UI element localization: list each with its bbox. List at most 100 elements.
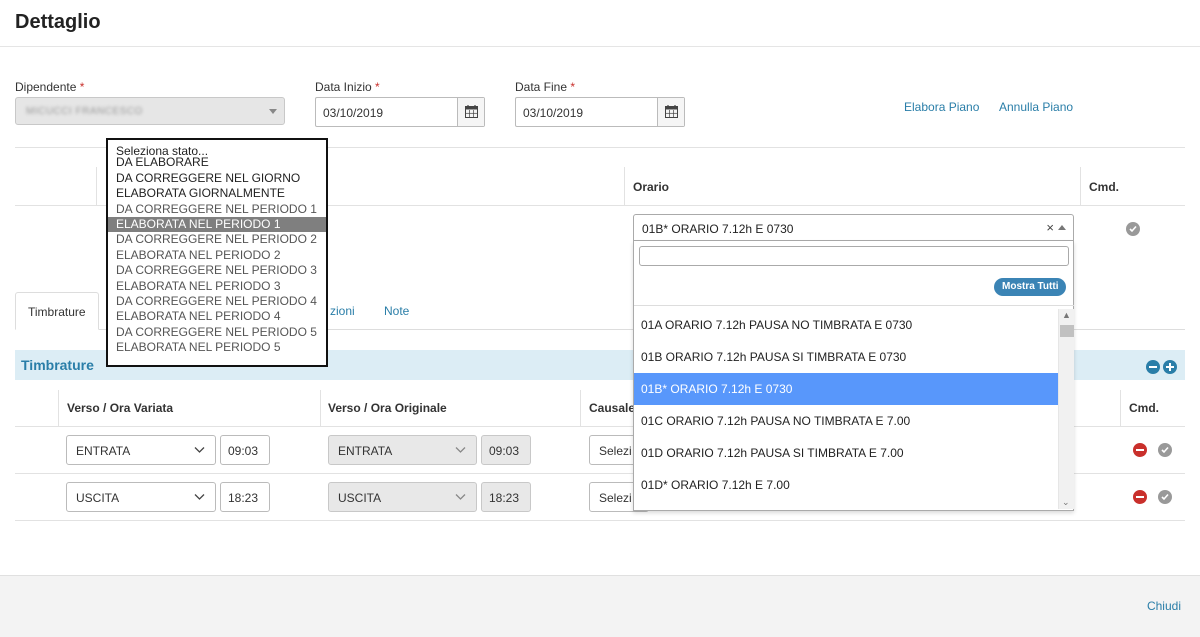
data-inizio-calendar-button[interactable] [457,98,484,126]
stato-option[interactable]: Seleziona stato... [108,140,326,158]
stato-option[interactable]: DA CORREGGERE NEL PERIODO 3 [108,263,326,278]
divider [624,167,625,205]
divider [15,520,1185,521]
confirm-row-icon[interactable] [1158,490,1172,504]
check-icon [1161,493,1169,501]
scroll-up-icon[interactable]: ▲ [1062,310,1071,320]
data-fine-value: 03/10/2019 [523,106,584,120]
required-mark: * [79,80,85,94]
dipendente-value: MICUCCI FRANCESCO [26,106,143,117]
causale-header: Causale [589,401,636,415]
check-icon [1129,225,1137,233]
orario-search-input[interactable] [639,246,1069,266]
tab-note-label: Note [384,304,410,318]
stato-option[interactable]: DA ELABORARE [108,155,326,170]
tab-partial-label: zioni [330,304,355,318]
stato-option[interactable]: DA CORREGGERE NEL PERIODO 4 [108,294,326,309]
chevron-down-icon [194,494,205,500]
verso-value: USCITA [76,491,120,505]
orario-header: Orario [633,180,670,194]
data-fine-label: Data Fine * [515,80,575,94]
divider [96,167,97,205]
verso-select[interactable]: ENTRATA [66,435,216,465]
dipendente-label-text: Dipendente [15,80,77,94]
orario-option[interactable]: 01A ORARIO 7.12h PAUSA NO TIMBRATA E 073… [634,309,1058,341]
cmd-header: Cmd. [1089,180,1119,194]
scroll-down-icon[interactable]: ⌄ [1062,497,1070,508]
caret-up-icon [1058,225,1066,230]
ora-value: 18:23 [228,491,259,505]
chiudi-link[interactable]: Chiudi [1147,599,1181,613]
divider [58,390,59,426]
dipendente-select[interactable]: MICUCCI FRANCESCO [15,97,285,125]
clear-icon[interactable]: × [1046,220,1054,235]
verso-value: ENTRATA [76,444,131,458]
verso-originale-header: Verso / Ora Originale [328,401,447,415]
header: Dettaglio [0,0,1200,47]
footer: Chiudi [0,575,1200,637]
mostra-tutti-button[interactable]: Mostra Tutti [994,278,1067,296]
ora-originale-value: 09:03 [489,444,520,458]
page-title: Dettaglio [15,11,101,33]
ora-value: 09:03 [228,444,259,458]
data-fine-label-text: Data Fine [515,80,568,94]
data-fine-calendar-button[interactable] [657,98,684,126]
tab-partial[interactable]: zioni [330,292,370,330]
verso-originale-select: ENTRATA [328,435,477,465]
stato-option[interactable]: ELABORATA NEL PERIODO 5 [108,340,326,355]
verso-variata-header: Verso / Ora Variata [67,401,174,415]
calendar-icon [665,105,678,118]
ora-input[interactable]: 09:03 [220,435,270,465]
elabora-piano-link[interactable]: Elabora Piano [904,100,979,114]
stato-option[interactable]: ELABORATA GIORNALMENTE [108,186,326,201]
stato-option[interactable]: ELABORATA NEL PERIODO 3 [108,279,326,294]
orario-option[interactable]: 01D* ORARIO 7.12h E 7.00 [634,469,1058,501]
ora-originale-input: 09:03 [481,435,531,465]
annulla-piano-link[interactable]: Annulla Piano [999,100,1073,114]
stato-option[interactable]: ELABORATA NEL PERIODO 4 [108,309,326,324]
data-fine-input[interactable]: 03/10/2019 [515,97,685,127]
stato-option[interactable]: ELABORATA NEL PERIODO 2 [108,248,326,263]
stato-listbox[interactable]: Seleziona stato... DA ELABORARE DA CORREGG… [106,138,328,367]
stato-option[interactable]: DA CORREGGERE NEL PERIODO 2 [108,232,326,247]
orario-option[interactable]: 01B* ORARIO 7.12h E 0730 [634,373,1058,405]
ora-input[interactable]: 18:23 [220,482,270,512]
confirm-check-icon[interactable] [1126,222,1140,236]
add-icon[interactable] [1163,360,1177,374]
confirm-row-icon[interactable] [1158,443,1172,457]
stato-option[interactable]: DA CORREGGERE NEL PERIODO 1 [108,202,326,217]
verso-select[interactable]: USCITA [66,482,216,512]
orario-option[interactable]: 01B ORARIO 7.12h PAUSA SI TIMBRATA E 073… [634,341,1058,373]
stato-option[interactable]: ELABORATA NEL PERIODO 1 [108,216,326,233]
orario-dropdown: Mostra Tutti 01A ORARIO 7.12h PAUSA NO T… [633,241,1074,511]
verso-originale-value: USCITA [338,491,382,505]
orario-option[interactable]: 01C ORARIO 7.12h PAUSA NO TIMBRATA E 7.0… [634,405,1058,437]
divider [320,390,321,426]
orario-scrollbar[interactable]: ▲ ⌄ [1058,309,1074,509]
tab-timbrature-label: Timbrature [28,305,86,319]
chevron-down-icon [455,447,466,453]
check-icon [1161,446,1169,454]
delete-row-icon[interactable] [1133,443,1147,457]
orario-select[interactable]: 01B* ORARIO 7.12h E 0730 × [633,214,1074,241]
orario-selected-value: 01B* ORARIO 7.12h E 0730 [642,222,794,236]
required-mark: * [375,80,380,94]
stato-option[interactable]: DA CORREGGERE NEL GIORNO [108,171,326,186]
dipendente-label: Dipendente * [15,80,84,94]
orario-option[interactable]: 01D ORARIO 7.12h PAUSA SI TIMBRATA E 7.0… [634,437,1058,469]
tab-note[interactable]: Note [384,292,424,330]
stato-option[interactable]: DA CORREGGERE NEL PERIODO 5 [108,325,326,340]
orario-options-list: 01A ORARIO 7.12h PAUSA NO TIMBRATA E 073… [634,309,1058,509]
tab-timbrature[interactable]: Timbrature [15,292,99,330]
required-mark: * [570,80,576,94]
verso-originale-select: USCITA [328,482,477,512]
delete-row-icon[interactable] [1133,490,1147,504]
scrollbar-thumb[interactable] [1060,325,1074,337]
divider [1080,167,1081,205]
collapse-icon[interactable] [1146,360,1160,374]
divider [580,390,581,426]
data-inizio-label-text: Data Inizio [315,80,372,94]
ora-originale-input: 18:23 [481,482,531,512]
caret-down-icon [269,109,277,114]
data-inizio-input[interactable]: 03/10/2019 [315,97,485,127]
